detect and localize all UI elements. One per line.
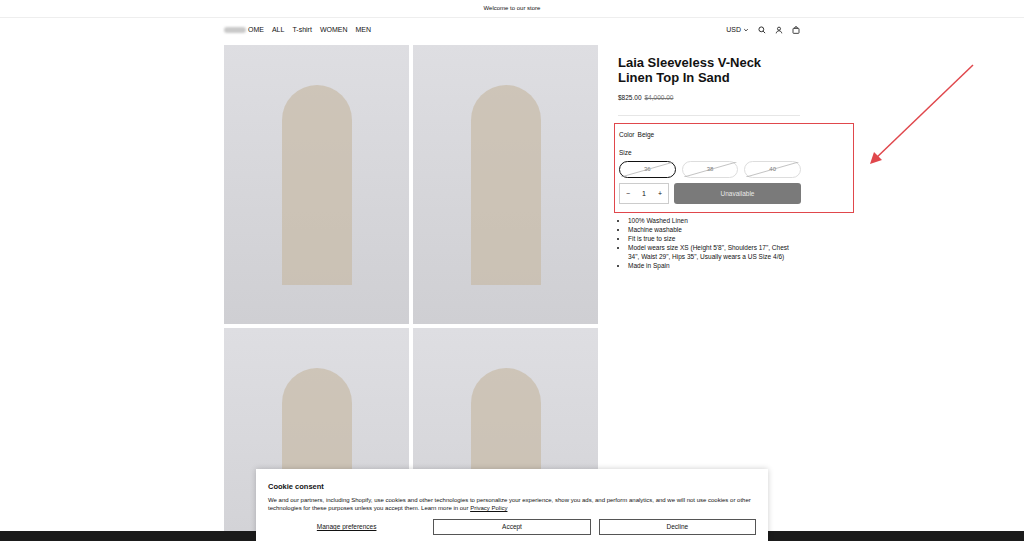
quantity-value[interactable]: 1 (642, 189, 646, 200)
size-options: 36 38 40 (619, 161, 801, 178)
unavailable-slash-icon (620, 162, 675, 177)
cookie-button[interactable]: Decline (599, 519, 756, 535)
product-info: Laia Sleeveless V-Neck Linen Top In Sand… (618, 45, 800, 541)
cookie-title: Cookie consent (268, 481, 756, 492)
add-to-cart-button: Unavailable (674, 183, 801, 204)
quantity-plus[interactable]: + (658, 189, 662, 200)
size-label: Size (619, 148, 849, 158)
unavailable-slash-icon (745, 162, 800, 177)
page: Welcome to our store OME ALL T-shirt WOMEN ME… (0, 0, 1024, 541)
detail-item: Fit is true to size (628, 234, 800, 243)
product-gallery (224, 45, 598, 541)
nav-link[interactable]: OME (248, 25, 264, 36)
cookie-banner: Cookie consent We and our partners, inclu… (256, 469, 768, 541)
currency-selector[interactable]: USD (726, 25, 749, 36)
nav-link[interactable]: ALL (272, 25, 284, 36)
color-option: ColorBeige (619, 130, 849, 140)
detail-item: Machine washable (628, 225, 800, 234)
nav-link[interactable]: WOMEN (320, 25, 348, 36)
account-icon[interactable] (775, 26, 783, 34)
size-button[interactable]: 38 (682, 161, 739, 178)
sale-price: $825.00 (618, 93, 642, 103)
bag-icon[interactable] (792, 26, 800, 34)
compare-price: $4,000.00 (645, 93, 674, 103)
detail-item: 100% Washed Linen (628, 216, 800, 225)
price: $825.00$4,000.00 (618, 93, 800, 103)
annotation-arrow-icon (860, 60, 980, 170)
quantity-selector: − 1 + (619, 183, 669, 204)
nav-link[interactable]: T-shirt (292, 25, 311, 36)
product-title: Laia Sleeveless V-Neck Linen Top In Sand (618, 55, 800, 85)
privacy-link[interactable]: Privacy Policy (470, 505, 507, 511)
quantity-minus[interactable]: − (626, 189, 630, 200)
variant-box: ColorBeige Size 36 38 40 − 1 + Unavailable (614, 123, 854, 214)
size-button[interactable]: 40 (744, 161, 801, 178)
announcement-bar: Welcome to our store (0, 0, 1024, 18)
header: OME ALL T-shirt WOMEN MEN USD (224, 18, 800, 42)
product-photo[interactable] (413, 45, 598, 324)
product-details: 100% Washed LinenMachine washableFit is … (618, 216, 800, 270)
detail-item: Model wears size XS (Height 5'8", Should… (628, 243, 800, 261)
nav-link[interactable]: MEN (355, 25, 371, 36)
logo[interactable] (224, 27, 246, 33)
size-button[interactable]: 36 (619, 161, 676, 178)
cookie-button[interactable]: Manage preferences (268, 519, 425, 535)
chevron-down-icon (743, 27, 749, 33)
product-section: Laia Sleeveless V-Neck Linen Top In Sand… (224, 45, 800, 541)
unavailable-slash-icon (683, 162, 738, 177)
detail-item: Made in Spain (628, 261, 800, 270)
cookie-text: We and our partners, including Shopify, … (268, 496, 756, 512)
cookie-button[interactable]: Accept (433, 519, 590, 535)
product-photo[interactable] (224, 45, 409, 324)
search-icon[interactable] (758, 26, 766, 34)
main-nav: OME ALL T-shirt WOMEN MEN (248, 25, 371, 36)
